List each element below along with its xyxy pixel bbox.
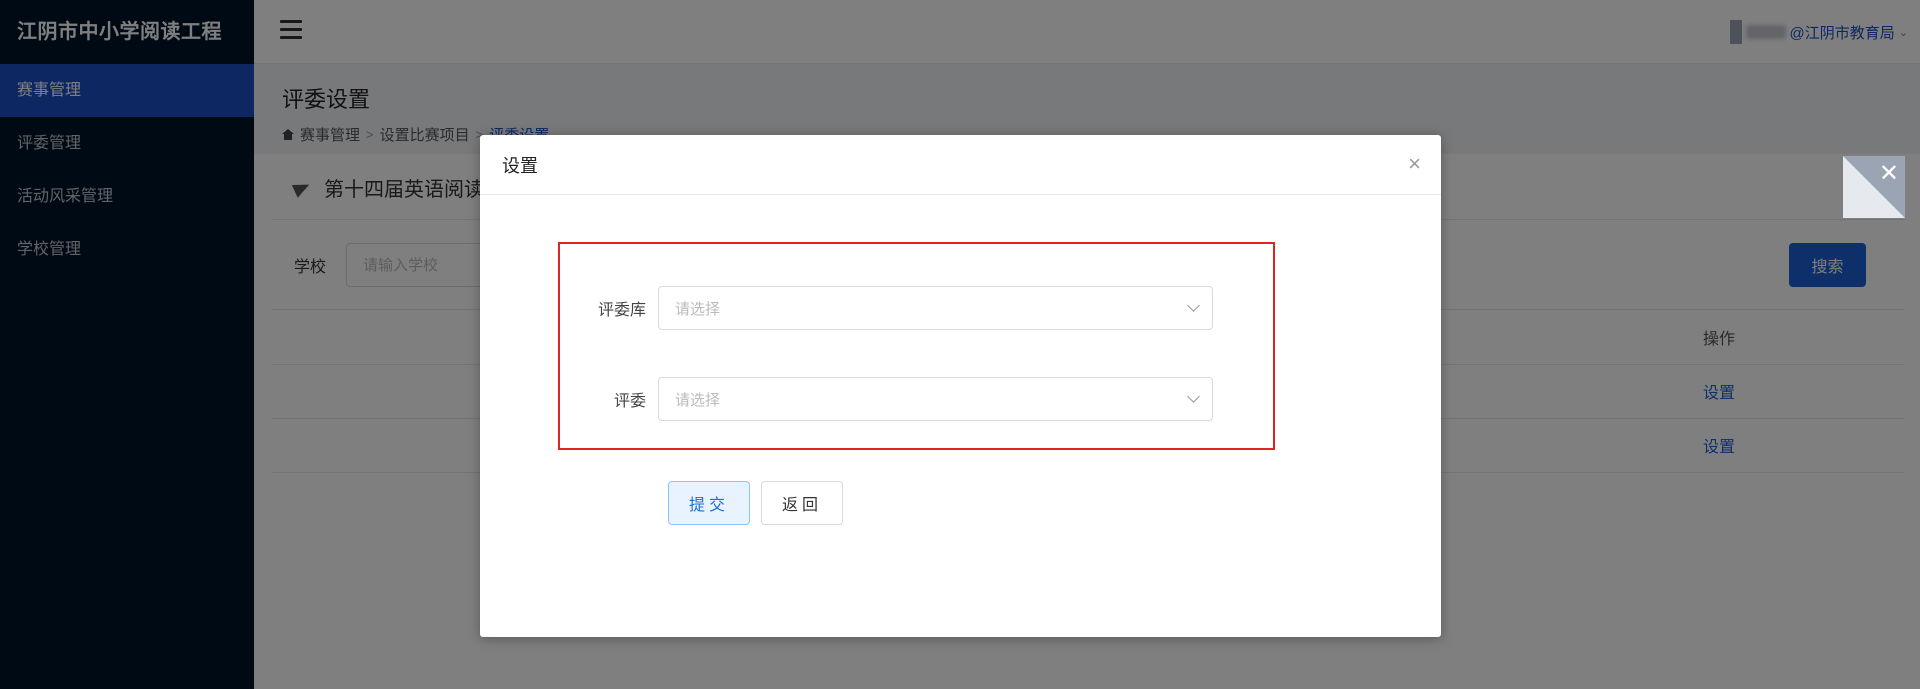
close-icon: ✕ [1878, 160, 1899, 187]
dialog-header: 设置 × [480, 135, 1441, 195]
settings-dialog: 设置 × 评委库 请选择 评委 请选择 提交 返回 [480, 135, 1441, 637]
close-icon[interactable]: × [1408, 151, 1421, 177]
dialog-title: 设置 [502, 155, 538, 176]
judge-pool-select[interactable]: 请选择 [658, 286, 1213, 330]
judge-select[interactable]: 请选择 [658, 377, 1213, 421]
judge-pool-row: 评委库 请选择 [558, 286, 1213, 330]
corner-close-button[interactable]: ✕ [1843, 156, 1905, 218]
back-button[interactable]: 返回 [761, 481, 843, 525]
judge-label: 评委 [613, 393, 646, 410]
judge-placeholder: 请选择 [675, 391, 721, 409]
chevron-down-icon [1187, 299, 1200, 312]
judge-row: 评委 请选择 [558, 377, 1213, 421]
chevron-down-icon [1187, 390, 1200, 403]
judge-pool-label: 评委库 [597, 302, 646, 319]
submit-button[interactable]: 提交 [668, 481, 750, 525]
judge-pool-placeholder: 请选择 [675, 300, 721, 318]
